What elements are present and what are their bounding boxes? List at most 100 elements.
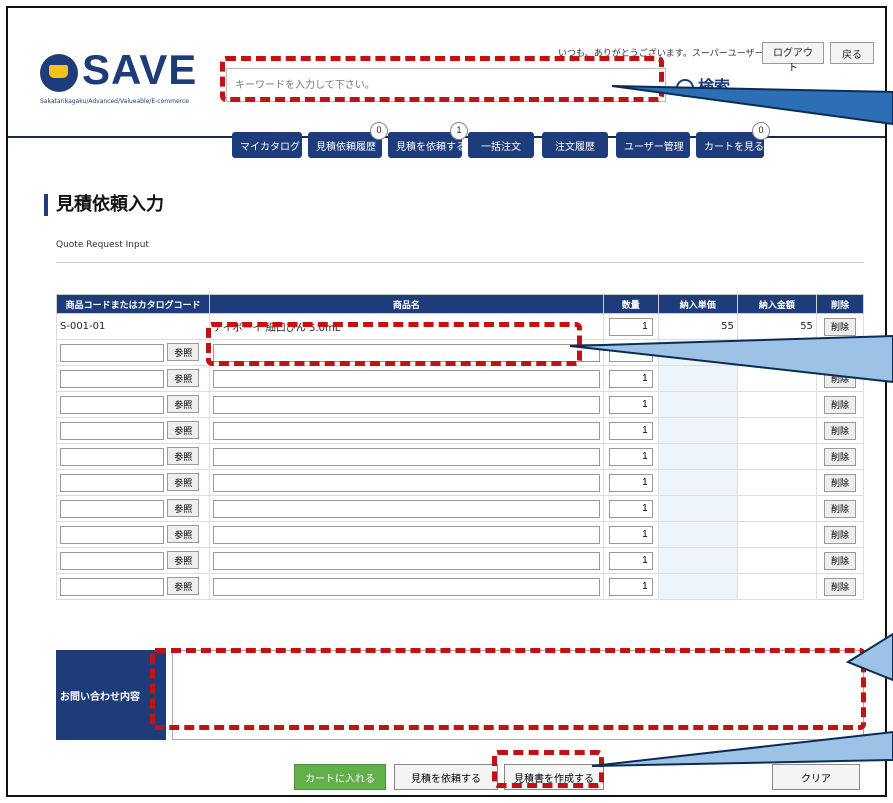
amount — [736, 339, 817, 366]
amount — [736, 417, 817, 444]
code-input[interactable] — [60, 578, 164, 596]
reference-button[interactable]: 参照 — [167, 473, 200, 491]
page-subtitle: Quote Request Input — [56, 240, 149, 250]
table-row: 参照 削除 — [55, 469, 865, 496]
search-highlight — [220, 56, 664, 102]
amount — [736, 573, 817, 600]
nav-quote-history[interactable]: 見積依頼履歴 0 — [308, 122, 388, 158]
table-row: 参照 削除 — [55, 391, 865, 418]
site-logo[interactable]: SAVE Sakatarikagaku/Advanced/Valueable/E… — [40, 46, 220, 110]
divider — [56, 262, 864, 263]
delete-button[interactable]: 削除 — [823, 447, 856, 466]
nav-request-quote-label: 見積を依頼する — [396, 141, 466, 153]
amount — [736, 521, 817, 548]
product-name-input[interactable] — [213, 421, 600, 440]
delete-button[interactable]: 削除 — [823, 499, 856, 518]
nav-order-history[interactable]: 注文履歴 — [542, 132, 608, 158]
reference-button[interactable]: 参照 — [167, 551, 200, 569]
amount: 55 — [736, 313, 817, 340]
cart-logo-icon — [40, 54, 78, 92]
reference-button[interactable]: 参照 — [167, 499, 200, 517]
code-input[interactable] — [60, 422, 164, 440]
delete-button[interactable]: 削除 — [823, 577, 856, 596]
product-name-highlight — [206, 322, 582, 366]
product-name-input[interactable] — [213, 447, 600, 466]
table-row: 参照 削除 — [55, 547, 865, 574]
col-code-header: 商品コードまたはカタログコード — [55, 294, 211, 314]
reference-button[interactable]: 参照 — [167, 447, 200, 465]
back-button[interactable]: 戻る — [830, 42, 874, 64]
delete-button[interactable]: 削除 — [823, 343, 856, 362]
qty-input[interactable] — [608, 473, 653, 492]
qty-input[interactable] — [608, 577, 653, 596]
product-name-input[interactable] — [213, 369, 600, 388]
nav-view-cart[interactable]: カートを見る 0 — [696, 122, 770, 158]
code-input[interactable] — [60, 448, 164, 466]
col-qty-header: 数量 — [602, 294, 659, 314]
unit-price — [657, 495, 738, 522]
reference-button[interactable]: 参照 — [167, 421, 200, 439]
reference-button[interactable]: 参照 — [167, 369, 200, 387]
create-quote-highlight — [492, 750, 604, 788]
unit-price — [657, 469, 738, 496]
table-row: 参照 削除 — [55, 365, 865, 392]
code-input[interactable] — [60, 500, 164, 518]
qty-input[interactable] — [608, 499, 653, 518]
delete-button[interactable]: 削除 — [823, 369, 856, 388]
clear-button[interactable]: クリア — [772, 764, 860, 790]
product-name-input[interactable] — [213, 473, 600, 492]
search-button[interactable]: 検索 — [670, 68, 736, 102]
unit-price: 55 — [657, 313, 738, 340]
code-input[interactable] — [60, 526, 164, 544]
reference-button[interactable]: 参照 — [167, 577, 200, 595]
delete-button[interactable]: 削除 — [823, 551, 856, 570]
qty-input[interactable] — [608, 343, 653, 362]
code-input[interactable] — [60, 344, 164, 362]
nav-user-management[interactable]: ユーザー管理 — [616, 132, 690, 158]
col-delete-header: 削除 — [815, 294, 865, 314]
product-name-input[interactable] — [213, 525, 600, 544]
page-title: 見積依頼入力 — [44, 194, 164, 216]
product-name-input[interactable] — [213, 499, 600, 518]
search-label: 検索 — [698, 79, 731, 96]
qty-input[interactable] — [608, 421, 653, 440]
qty-input[interactable] — [608, 551, 653, 570]
delete-button[interactable]: 削除 — [823, 421, 856, 440]
quote-history-count-badge: 0 — [370, 122, 388, 140]
amount — [736, 547, 817, 574]
code-input[interactable] — [60, 474, 164, 492]
nav-my-catalog[interactable]: マイカタログ — [232, 132, 302, 158]
add-to-cart-button[interactable]: カートに入れる — [294, 764, 386, 790]
inquiry-highlight — [150, 648, 866, 730]
reference-button[interactable]: 参照 — [167, 525, 200, 543]
qty-input[interactable] — [608, 395, 653, 414]
delete-button[interactable]: 削除 — [823, 395, 856, 414]
unit-price — [657, 339, 738, 366]
nav-bulk-order[interactable]: 一括注文 — [468, 132, 534, 158]
qty-input[interactable] — [608, 369, 653, 388]
logout-button[interactable]: ログアウト — [762, 42, 824, 74]
qty-input[interactable] — [608, 317, 653, 336]
reference-button[interactable]: 参照 — [167, 343, 200, 361]
request-quote-count-badge: 1 — [450, 122, 468, 140]
delete-button[interactable]: 削除 — [823, 525, 856, 544]
nav-view-cart-label: カートを見る — [704, 141, 764, 153]
delete-button[interactable]: 削除 — [823, 317, 856, 336]
code-input[interactable] — [60, 370, 164, 388]
col-unit-price-header: 納入単価 — [657, 294, 738, 314]
delete-button[interactable]: 削除 — [823, 473, 856, 492]
logo-text: SAVE — [82, 46, 198, 93]
code-input[interactable] — [60, 552, 164, 570]
product-name-input[interactable] — [213, 551, 600, 570]
product-name-input[interactable] — [213, 395, 600, 414]
cart-count-badge: 0 — [752, 122, 770, 140]
request-quote-button[interactable]: 見積を依頼する — [394, 764, 498, 790]
qty-input[interactable] — [608, 525, 653, 544]
amount — [736, 495, 817, 522]
nav-request-quote[interactable]: 見積を依頼する 1 — [388, 122, 468, 158]
reference-button[interactable]: 参照 — [167, 395, 200, 413]
code-input[interactable] — [60, 396, 164, 414]
product-name-input[interactable] — [213, 577, 600, 596]
amount — [736, 469, 817, 496]
qty-input[interactable] — [608, 447, 653, 466]
